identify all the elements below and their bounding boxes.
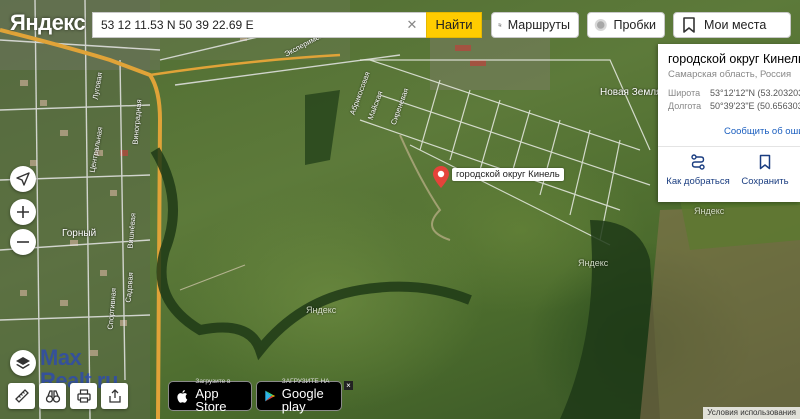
latitude-key: Широта — [668, 88, 701, 98]
report-error-link[interactable]: Сообщить об ошибке — [724, 126, 800, 137]
place-label-novaya-zemlya: Новая Земля — [600, 87, 662, 98]
routes-icon — [498, 23, 502, 27]
latitude-value: 53°12'12"N (53.203203) — [710, 88, 800, 98]
yandex-watermark-3: Яндекс — [694, 206, 725, 216]
place-region: Самарская область, Россия — [668, 69, 792, 80]
google-play-badge[interactable]: ЗАГРУЗИТЕ НА Google play — [256, 379, 342, 413]
routes-label: Маршруты — [507, 18, 570, 32]
print-icon — [76, 389, 91, 403]
routes-button[interactable]: Маршруты — [491, 12, 579, 38]
forest-patch — [305, 90, 340, 165]
yandex-watermark-1: Яндекс — [578, 258, 609, 268]
google-play-text: ЗАГРУЗИТЕ НА Google play — [282, 379, 335, 413]
bookmark-icon — [683, 17, 695, 33]
binoculars-icon — [45, 390, 60, 403]
panel-divider — [658, 146, 800, 147]
location-pin-icon[interactable] — [433, 166, 449, 188]
app-store-big: App Store — [195, 385, 227, 414]
share-icon — [108, 389, 121, 403]
longitude-row: Долгота 50°39'23"E (50.656303) — [668, 101, 800, 111]
directions-label: Как добраться — [666, 176, 730, 187]
place-title: городской округ Кинель — [668, 52, 800, 66]
layers-icon — [16, 357, 30, 369]
google-play-small: ЗАГРУЗИТЕ НА — [281, 378, 330, 386]
pin-label[interactable]: городской округ Кинель — [452, 168, 564, 181]
my-places-label: Мои места — [704, 18, 767, 32]
app-store-text: Загрузите в App Store — [195, 379, 245, 413]
minus-icon — [17, 241, 29, 243]
search-input[interactable] — [92, 12, 426, 38]
close-badges-button[interactable]: × — [344, 381, 353, 390]
locate-arrow-icon — [16, 172, 30, 186]
apple-icon — [177, 390, 188, 403]
save-label: Сохранить — [741, 176, 789, 187]
print-button[interactable] — [70, 383, 97, 409]
ruler-icon — [14, 389, 29, 403]
app-store-small: Загрузите в — [195, 378, 231, 386]
bookmark-icon — [759, 154, 771, 170]
place-label-gorny: Горный — [62, 228, 97, 239]
clear-search-button[interactable]: ✕ — [404, 17, 420, 33]
longitude-key: Долгота — [668, 101, 702, 111]
traffic-button[interactable]: Пробки — [587, 12, 665, 38]
layers-button[interactable] — [10, 350, 36, 376]
save-button[interactable]: Сохранить — [730, 150, 800, 187]
latitude-row: Широта 53°12'12"N (53.203203) — [668, 88, 800, 98]
zoom-out-button[interactable] — [10, 229, 36, 255]
google-play-icon — [265, 390, 276, 402]
yandex-logo[interactable]: Яндекс — [10, 10, 86, 36]
share-button[interactable] — [101, 383, 128, 409]
terms-of-use-link[interactable]: Условия использования — [703, 407, 800, 419]
longitude-value: 50°39'23"E (50.656303) — [710, 101, 800, 111]
find-button[interactable]: Найти — [426, 12, 482, 38]
app-store-badge[interactable]: Загрузите в App Store — [168, 379, 252, 413]
yandex-watermark-2: Яндекс — [306, 305, 337, 315]
locate-button[interactable] — [10, 166, 36, 192]
google-play-big: Google play — [281, 385, 324, 414]
map-tools-bar — [8, 383, 128, 409]
search-bar: ✕ Найти — [92, 12, 482, 38]
routes-icon — [691, 154, 705, 170]
my-places-button[interactable]: Мои места — [673, 12, 791, 38]
ruler-button[interactable] — [8, 383, 35, 409]
plus-icon — [17, 206, 29, 218]
zoom-in-button[interactable] — [10, 199, 36, 225]
dirt-track-2 — [179, 264, 246, 291]
traffic-label: Пробки — [613, 18, 657, 32]
traffic-light-icon — [594, 19, 607, 31]
place-info-panel: городской округ Кинель Самарская область… — [658, 44, 800, 202]
directions-button[interactable]: Как добраться — [663, 150, 733, 187]
panorama-button[interactable] — [39, 383, 66, 409]
